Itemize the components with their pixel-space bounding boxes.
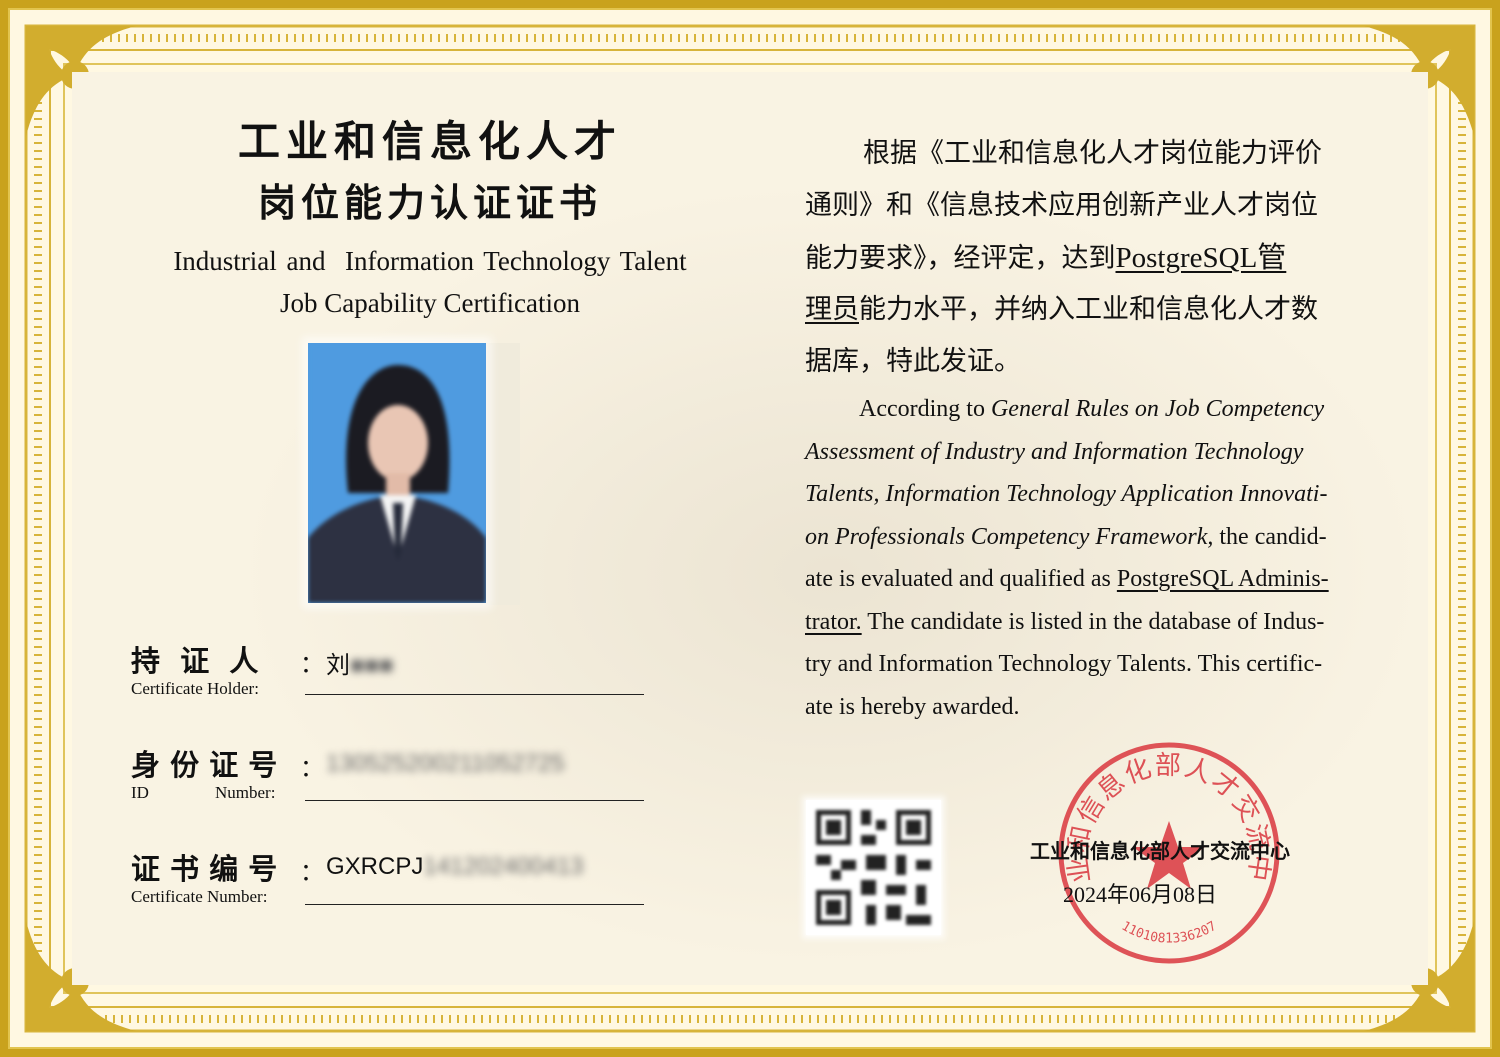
statement-en-line4: on Professionals Competency Framework, t… <box>805 516 1390 559</box>
cert-number-label-cn: 证 书 编 号 <box>131 852 278 886</box>
holder-photo <box>308 343 486 603</box>
title-chinese-line1: 工业和信息化人才 <box>237 117 622 166</box>
statement-en-line2: Assessment of Industry and Information T… <box>805 431 1390 474</box>
standard-title-italic-3: Talents, Information Technology Applicat… <box>805 481 1328 507</box>
issue-date: 2024年06月08日 <box>1062 882 1217 907</box>
statement-en-line6-text: The candidate is listed in the database … <box>861 608 1325 635</box>
statement-en-line5: ate is evaluated and qualified as Postgr… <box>805 558 1390 601</box>
svg-text:1101081336207: 1101081336207 <box>1119 919 1220 947</box>
cert-number-colon: ： <box>300 858 324 886</box>
statement-cn-line5: 据库，特此发证。 <box>805 346 1021 377</box>
verification-qr-code[interactable] <box>806 800 941 935</box>
id-colon: ： <box>300 754 324 782</box>
statement-cn-line3: 能力要求》，经评定，达到PostgreSQL管 <box>805 232 1380 284</box>
issuing-organization: 工业和信息化部人才交流中心 <box>1030 839 1290 863</box>
cert-number-value: GXRCPJ141202400413 <box>326 853 584 881</box>
title-english-line2: Job Capability Certification <box>280 288 580 318</box>
cert-number-redacted: 141202400413 <box>423 853 584 880</box>
id-underline <box>305 800 644 801</box>
standard-title-italic-4: on Professionals Competency Framework, <box>805 523 1214 550</box>
holder-underline <box>305 694 644 695</box>
statement-cn-line2: 通则》和《信息技术应用创新产业人才岗位 <box>805 190 1318 221</box>
seal-code: 1101081336207 <box>1119 919 1220 947</box>
statement-en-line8: ate is hereby awarded. <box>805 693 1020 720</box>
statement-en-line1-text: According to <box>859 396 991 422</box>
statement-cn-line4: 理员能力水平，并纳入工业和信息化人才数 <box>805 284 1380 336</box>
statement-english: According to General Rules on Job Compet… <box>805 388 1390 728</box>
standard-title-italic: General Rules on Job Competency <box>990 396 1325 422</box>
holder-value: 刘■■■ <box>326 645 394 680</box>
photo-backdrop <box>486 343 520 605</box>
statement-chinese: 根据《工业和信息化人才岗位能力评价 通则》和《信息技术应用创新产业人才岗位 能力… <box>805 128 1380 388</box>
id-label-en-left: ID <box>131 783 149 802</box>
qualification-en-underlined: PostgreSQL Adminis- <box>1116 566 1329 592</box>
id-label-cn: 身 份 证 号 <box>131 748 278 782</box>
statement-en-line7: try and Information Technology Talents. … <box>805 651 1323 677</box>
statement-cn-line3-text: 能力要求》，经评定，达到 <box>805 243 1116 274</box>
statement-en-line1: According to General Rules on Job Compet… <box>805 388 1390 431</box>
cert-number-label-en: Certificate Number: <box>131 887 268 906</box>
statement-en-line5-text: ate is evaluated and qualified as <box>805 566 1117 592</box>
title-english-line1: Industrial and Information Technology Ta… <box>173 246 687 276</box>
qualification-cn-underlined-cont: 理员 <box>805 294 859 325</box>
title-chinese-line2: 岗位能力认证证书 <box>257 181 602 225</box>
id-label-en-right: Number: <box>215 783 276 802</box>
statement-en-line4-text: the candid- <box>1213 523 1327 550</box>
statement-cn-line1: 根据《工业和信息化人才岗位能力评价 <box>863 138 1322 169</box>
statement-cn-line4-text: 能力水平，并纳入工业和信息化人才数 <box>859 294 1318 325</box>
holder-label-cn: 持 证 人 <box>131 644 259 678</box>
standard-title-italic-2: Assessment of Industry and Information T… <box>805 438 1304 465</box>
statement-en-line6: trator. The candidate is listed in the d… <box>805 601 1390 644</box>
qualification-en-underlined-cont: trator. <box>805 608 862 635</box>
holder-name-redacted: ■■■ <box>350 652 394 679</box>
cert-number-prefix: GXRCPJ <box>326 853 424 880</box>
holder-colon: ： <box>300 650 324 678</box>
qualification-cn-underlined: PostgreSQL管 <box>1115 242 1287 274</box>
holder-surname: 刘 <box>326 651 350 679</box>
cert-number-underline <box>305 904 644 905</box>
holder-label-en: Certificate Holder: <box>131 679 259 698</box>
statement-en-line3: Talents, Information Technology Applicat… <box>805 473 1390 516</box>
id-number-redacted: 130525200211052725 <box>326 750 565 777</box>
